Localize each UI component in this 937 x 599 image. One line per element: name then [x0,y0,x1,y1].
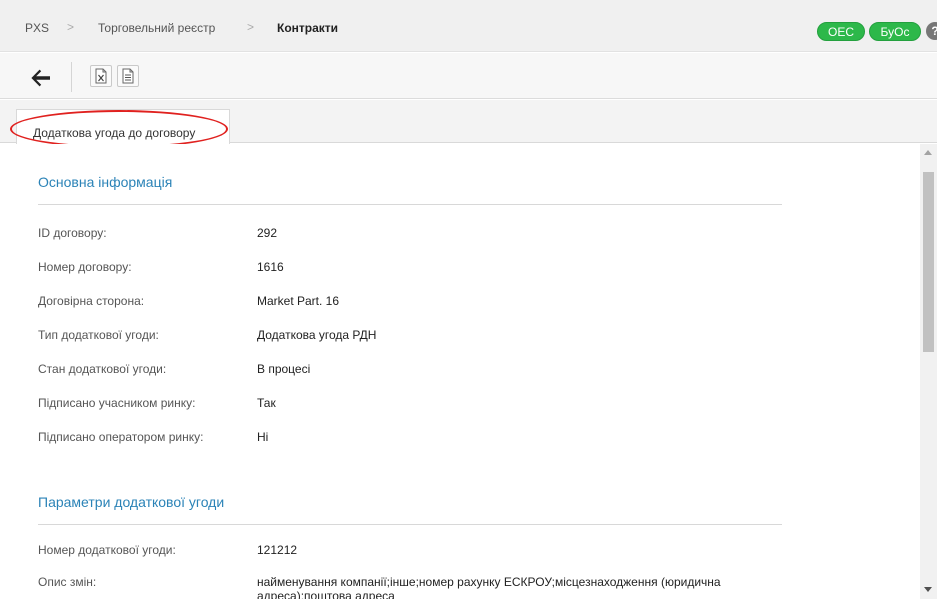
toolbar [0,53,937,99]
field-value-contract-id: 292 [257,226,278,240]
field-label-agreement-state: Стан додаткової угоди: [38,362,167,376]
field-label-agreement-type: Тип додаткової угоди: [38,328,159,342]
tab-strip: Додаткова угода до договору [0,100,937,144]
scroll-up-icon[interactable] [924,150,932,155]
field-label-contract-number: Номер договору: [38,260,132,274]
byos-badge[interactable]: БуОс [869,22,921,41]
breadcrumb-separator: > [247,20,255,34]
vertical-scrollbar[interactable] [920,144,937,599]
field-value-agreement-state: В процесі [257,362,311,376]
scroll-down-icon[interactable] [924,587,932,592]
field-label-signed-participant: Підписано учасником ринку: [38,396,196,410]
document-icon [122,68,134,84]
toolbar-divider [71,62,72,92]
field-value-contract-number: 1616 [257,260,284,274]
section-title-main-info: Основна інформація [38,174,173,190]
breadcrumb-current: Контракти [277,21,339,35]
field-label-contract-id: ID договору: [38,226,107,240]
field-value-contract-party: Market Part. 16 [257,294,340,308]
top-bar: PXS > Торговельний реєстр > Контракти ОЕ… [0,0,937,52]
section-divider [38,204,782,205]
section-title-params: Параметри додаткової угоди [38,494,225,510]
document-button[interactable] [117,65,139,87]
field-value-agreement-number: 121212 [257,543,298,557]
breadcrumb-root[interactable]: PXS [25,21,49,35]
field-label-signed-operator: Підписано оператором ринку: [38,430,204,444]
field-label-changes-description: Опис змін: [38,575,97,589]
scrollbar-thumb[interactable] [923,172,934,352]
excel-export-icon [95,68,107,84]
field-value-signed-operator: Ні [257,430,269,444]
field-label-contract-party: Договірна сторона: [38,294,145,308]
tab-additional-agreement[interactable]: Додаткова угода до договору [16,109,230,144]
back-arrow-icon[interactable] [29,69,51,87]
field-value-changes-description: найменування компанії;інше;номер рахунку… [257,575,721,599]
detail-panel: Основна інформація ID договору: 292 Номе… [0,144,920,599]
breadcrumb-middle[interactable]: Торговельний реєстр [98,21,215,35]
breadcrumb-separator: > [67,20,75,34]
help-icon[interactable]: ? [926,22,937,40]
section-divider [38,524,782,525]
oes-badge[interactable]: ОЕС [817,22,865,41]
field-value-agreement-type: Додаткова угода РДН [257,328,377,342]
tab-label: Додаткова угода до договору [33,126,196,140]
excel-export-button[interactable] [90,65,112,87]
field-label-agreement-number: Номер додаткової угоди: [38,543,176,557]
field-value-signed-participant: Так [257,396,276,410]
